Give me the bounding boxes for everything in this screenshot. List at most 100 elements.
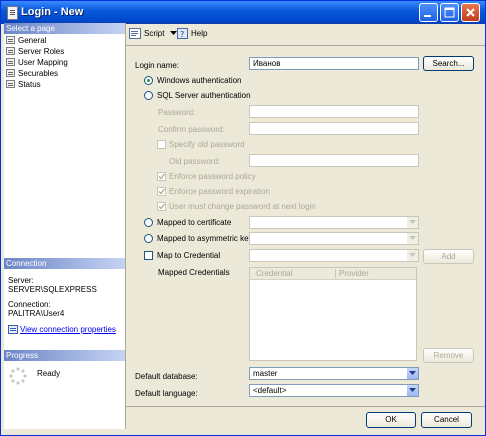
- sql-auth-label: SQL Server authentication: [157, 91, 251, 100]
- script-label: Script: [144, 29, 165, 38]
- window-title: Login - New: [21, 6, 84, 18]
- chevron-down-icon: [409, 236, 416, 240]
- select-page-header: Select a page: [4, 23, 125, 34]
- old-password-label: Old password:: [169, 157, 221, 166]
- connection-label: Connection:: [8, 300, 51, 309]
- help-button[interactable]: ? Help: [177, 27, 207, 41]
- specify-old-password-checkbox[interactable]: [157, 140, 166, 149]
- progress-status: Ready: [37, 369, 61, 378]
- checkmark-icon: [158, 203, 165, 210]
- script-icon: [129, 28, 141, 39]
- confirm-password-label: Confirm password:: [158, 125, 225, 134]
- login-name-input[interactable]: Иванов: [249, 57, 419, 70]
- login-new-window: Login - New Select a page General Server…: [0, 0, 486, 436]
- default-language-select[interactable]: <default>: [249, 384, 419, 397]
- asym-key-select[interactable]: [249, 232, 419, 245]
- maximize-button[interactable]: [440, 3, 459, 22]
- sidebar-item-securables[interactable]: Securables: [6, 68, 58, 79]
- cancel-button[interactable]: Cancel: [421, 412, 472, 428]
- mapped-credentials-label: Mapped Credentials: [158, 268, 230, 277]
- progress-spinner-icon: [9, 367, 27, 385]
- default-language-label: Default language:: [135, 389, 198, 398]
- title-bar[interactable]: Login - New: [1, 1, 485, 24]
- sidebar-item-label: User Mapping: [18, 58, 68, 67]
- help-icon: ?: [177, 28, 188, 39]
- minimize-icon: [424, 15, 431, 17]
- default-language-value: <default>: [253, 386, 287, 395]
- sidebar-item-label: Status: [18, 80, 41, 89]
- dropdown-button[interactable]: [406, 233, 418, 244]
- password-label: Password:: [158, 108, 196, 117]
- sidebar-item-server-roles[interactable]: Server Roles: [6, 46, 64, 57]
- old-password-input[interactable]: [249, 154, 419, 167]
- chevron-down-icon: [409, 388, 416, 392]
- credential-select[interactable]: [249, 249, 419, 262]
- sidebar-item-status[interactable]: Status: [6, 79, 41, 90]
- ok-button[interactable]: OK: [366, 412, 416, 428]
- must-change-checkbox[interactable]: [157, 202, 166, 211]
- link-text[interactable]: View connection properties: [20, 325, 116, 334]
- checkmark-icon: [158, 173, 165, 180]
- specify-old-password-label: Specify old password: [169, 140, 245, 149]
- default-database-select[interactable]: master: [249, 367, 419, 380]
- dropdown-button[interactable]: [406, 250, 418, 261]
- add-button[interactable]: Add: [423, 249, 474, 264]
- server-label: Server:: [8, 276, 34, 285]
- column-divider: [335, 269, 336, 278]
- footer-separator: [125, 406, 485, 407]
- map-credential-label: Map to Credential: [157, 251, 221, 260]
- sidebar-item-user-mapping[interactable]: User Mapping: [6, 57, 68, 68]
- windows-auth-label: Windows authentication: [157, 76, 242, 85]
- confirm-password-input[interactable]: [249, 122, 419, 135]
- sidebar-item-general[interactable]: General: [6, 35, 46, 46]
- properties-icon: [8, 325, 18, 334]
- page-icon: [6, 36, 15, 44]
- login-name-label: Login name:: [135, 61, 180, 70]
- chevron-down-icon: [409, 220, 416, 224]
- default-database-label: Default database:: [135, 372, 198, 381]
- dropdown-button[interactable]: [406, 385, 418, 396]
- sql-auth-radio[interactable]: [144, 91, 153, 100]
- page-icon: [6, 47, 15, 55]
- password-input[interactable]: [249, 105, 419, 118]
- mapped-certificate-radio[interactable]: [144, 218, 153, 227]
- view-connection-properties-link[interactable]: View connection properties: [8, 325, 116, 334]
- dropdown-button[interactable]: [406, 368, 418, 379]
- server-value: SERVER\SQLEXPRESS: [8, 285, 97, 294]
- toolbar-separator: [125, 45, 485, 46]
- chevron-down-icon: [409, 253, 416, 257]
- help-label: Help: [191, 29, 208, 38]
- column-header-provider[interactable]: Provider: [339, 268, 369, 279]
- enforce-expiration-checkbox[interactable]: [157, 187, 166, 196]
- sidebar-item-label: General: [18, 36, 47, 45]
- enforce-policy-label: Enforce password policy: [169, 172, 256, 181]
- must-change-label: User must change password at next login: [169, 202, 316, 211]
- toolbar: Script ? Help: [125, 23, 485, 45]
- page-icon: [6, 80, 15, 88]
- mapped-asym-key-label: Mapped to asymmetric key: [157, 234, 253, 243]
- mapped-certificate-label: Mapped to certificate: [157, 218, 232, 227]
- chevron-down-icon: [169, 31, 177, 35]
- column-header-credential[interactable]: Credential: [256, 268, 292, 279]
- dropdown-button[interactable]: [406, 217, 418, 228]
- mapped-asym-key-radio[interactable]: [144, 234, 153, 243]
- script-button[interactable]: Script: [129, 27, 180, 41]
- sidebar-item-label: Securables: [18, 69, 59, 78]
- map-credential-checkbox[interactable]: [144, 251, 153, 260]
- maximize-icon: [444, 7, 455, 18]
- remove-button[interactable]: Remove: [423, 348, 474, 363]
- close-icon: [466, 8, 475, 17]
- close-button[interactable]: [461, 3, 480, 22]
- minimize-button[interactable]: [419, 3, 438, 22]
- windows-auth-radio[interactable]: [144, 76, 153, 85]
- connection-header: Connection: [4, 258, 125, 269]
- enforce-expiration-label: Enforce password expiration: [169, 187, 270, 196]
- certificate-select[interactable]: [249, 216, 419, 229]
- connection-value: PALITRA\User4: [8, 309, 65, 318]
- svg-text:?: ?: [180, 30, 184, 39]
- mapped-credentials-grid[interactable]: Credential Provider: [249, 267, 417, 361]
- page-icon: [6, 58, 15, 66]
- enforce-policy-checkbox[interactable]: [157, 172, 166, 181]
- search-button[interactable]: Search...: [423, 56, 474, 71]
- sidebar-item-label: Server Roles: [18, 47, 65, 56]
